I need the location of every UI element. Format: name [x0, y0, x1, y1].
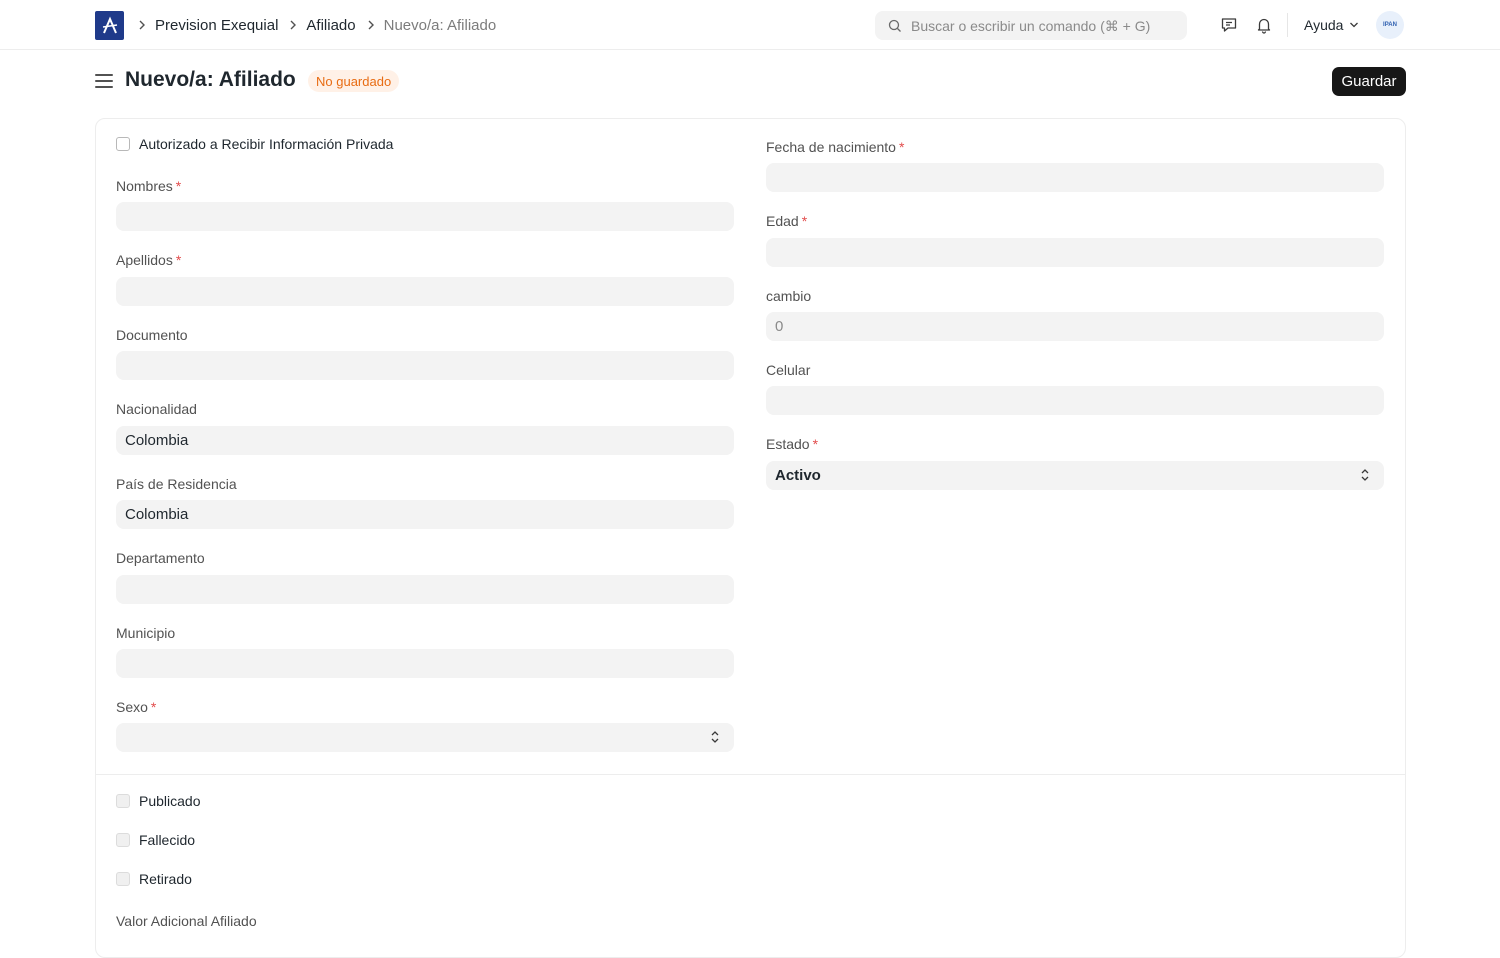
estado-value: Activo [775, 467, 821, 484]
breadcrumb-afiliado[interactable]: Afiliado [306, 17, 355, 34]
nacionalidad-label: Nacionalidad [116, 401, 197, 417]
breadcrumb-prevision-exequial[interactable]: Prevision Exequial [155, 17, 278, 34]
edad-label: Edad * [766, 213, 808, 229]
documento-label: Documento [116, 327, 188, 343]
fecha-nacimiento-label: Fecha de nacimiento * [766, 139, 905, 155]
breadcrumb-current: Nuevo/a: Afiliado [383, 16, 497, 34]
avatar[interactable]: IPAN [1376, 11, 1404, 39]
estado-select[interactable]: Activo [766, 461, 1384, 490]
search-input[interactable] [911, 17, 1171, 34]
municipio-label: Municipio [116, 625, 176, 641]
top-navbar: Prevision Exequial Afiliado Nuevo/a: Afi… [0, 0, 1500, 50]
app-logo[interactable] [95, 11, 124, 40]
nombres-label: Nombres * [116, 178, 182, 194]
chevron-right-icon [367, 20, 375, 30]
cambio-label: cambio [766, 288, 812, 304]
status-badge: No guardado [308, 70, 400, 92]
retirado-checkbox[interactable] [116, 872, 130, 886]
private-info-label: Autorizado a Recibir Información Privada [139, 136, 394, 152]
celular-field[interactable] [766, 386, 1384, 415]
documento-field[interactable] [116, 351, 734, 380]
municipio-field[interactable] [116, 649, 734, 678]
chevron-down-icon [1350, 22, 1359, 28]
apellidos-label: Apellidos * [116, 252, 182, 268]
apellidos-field[interactable] [116, 277, 734, 306]
departamento-label: Departamento [116, 550, 205, 566]
nacionalidad-field[interactable]: Colombia [116, 426, 734, 455]
help-label: Ayuda [1304, 17, 1344, 33]
chevron-right-icon [138, 20, 146, 30]
valor-adicional-label: Valor Adicional Afiliado [116, 913, 257, 929]
sidebar-toggle-icon[interactable] [95, 71, 113, 91]
chat-icon[interactable] [1218, 14, 1240, 36]
departamento-field[interactable] [116, 575, 734, 604]
nombres-field[interactable] [116, 202, 734, 231]
publicado-checkbox[interactable] [116, 794, 130, 808]
publicado-checkbox-row[interactable]: Publicado [116, 793, 201, 809]
retirado-label: Retirado [139, 871, 192, 887]
logo-icon [102, 15, 117, 33]
search-icon [888, 19, 901, 32]
private-info-checkbox-row[interactable]: Autorizado a Recibir Información Privada [116, 136, 393, 152]
publicado-label: Publicado [139, 793, 201, 809]
estado-label: Estado * [766, 436, 819, 452]
retirado-checkbox-row[interactable]: Retirado [116, 871, 192, 887]
fallecido-checkbox-row[interactable]: Fallecido [116, 832, 195, 848]
save-button[interactable]: Guardar [1332, 67, 1406, 96]
fecha-nacimiento-field[interactable] [766, 163, 1384, 192]
private-info-checkbox[interactable] [116, 137, 130, 151]
pais-residencia-field[interactable]: Colombia [116, 500, 734, 529]
fallecido-checkbox[interactable] [116, 833, 130, 847]
navbar-divider [1287, 13, 1288, 37]
celular-label: Celular [766, 362, 811, 378]
select-arrows-icon [711, 731, 719, 743]
select-arrows-icon [1361, 469, 1369, 481]
bell-icon[interactable] [1253, 14, 1275, 36]
help-dropdown[interactable]: Ayuda [1304, 0, 1359, 50]
page-title: Nuevo/a: Afiliado [125, 68, 296, 91]
sexo-label: Sexo * [116, 699, 157, 715]
cambio-field[interactable]: 0 [766, 312, 1384, 341]
fallecido-label: Fallecido [139, 832, 196, 848]
edad-field[interactable] [766, 238, 1384, 267]
pais-residencia-label: País de Residencia [116, 476, 237, 492]
search-bar[interactable] [875, 11, 1187, 40]
breadcrumb: Prevision Exequial Afiliado Nuevo/a: Afi… [138, 0, 507, 50]
chevron-right-icon [289, 20, 297, 30]
section-divider [95, 774, 1406, 775]
sexo-select[interactable] [116, 723, 734, 752]
